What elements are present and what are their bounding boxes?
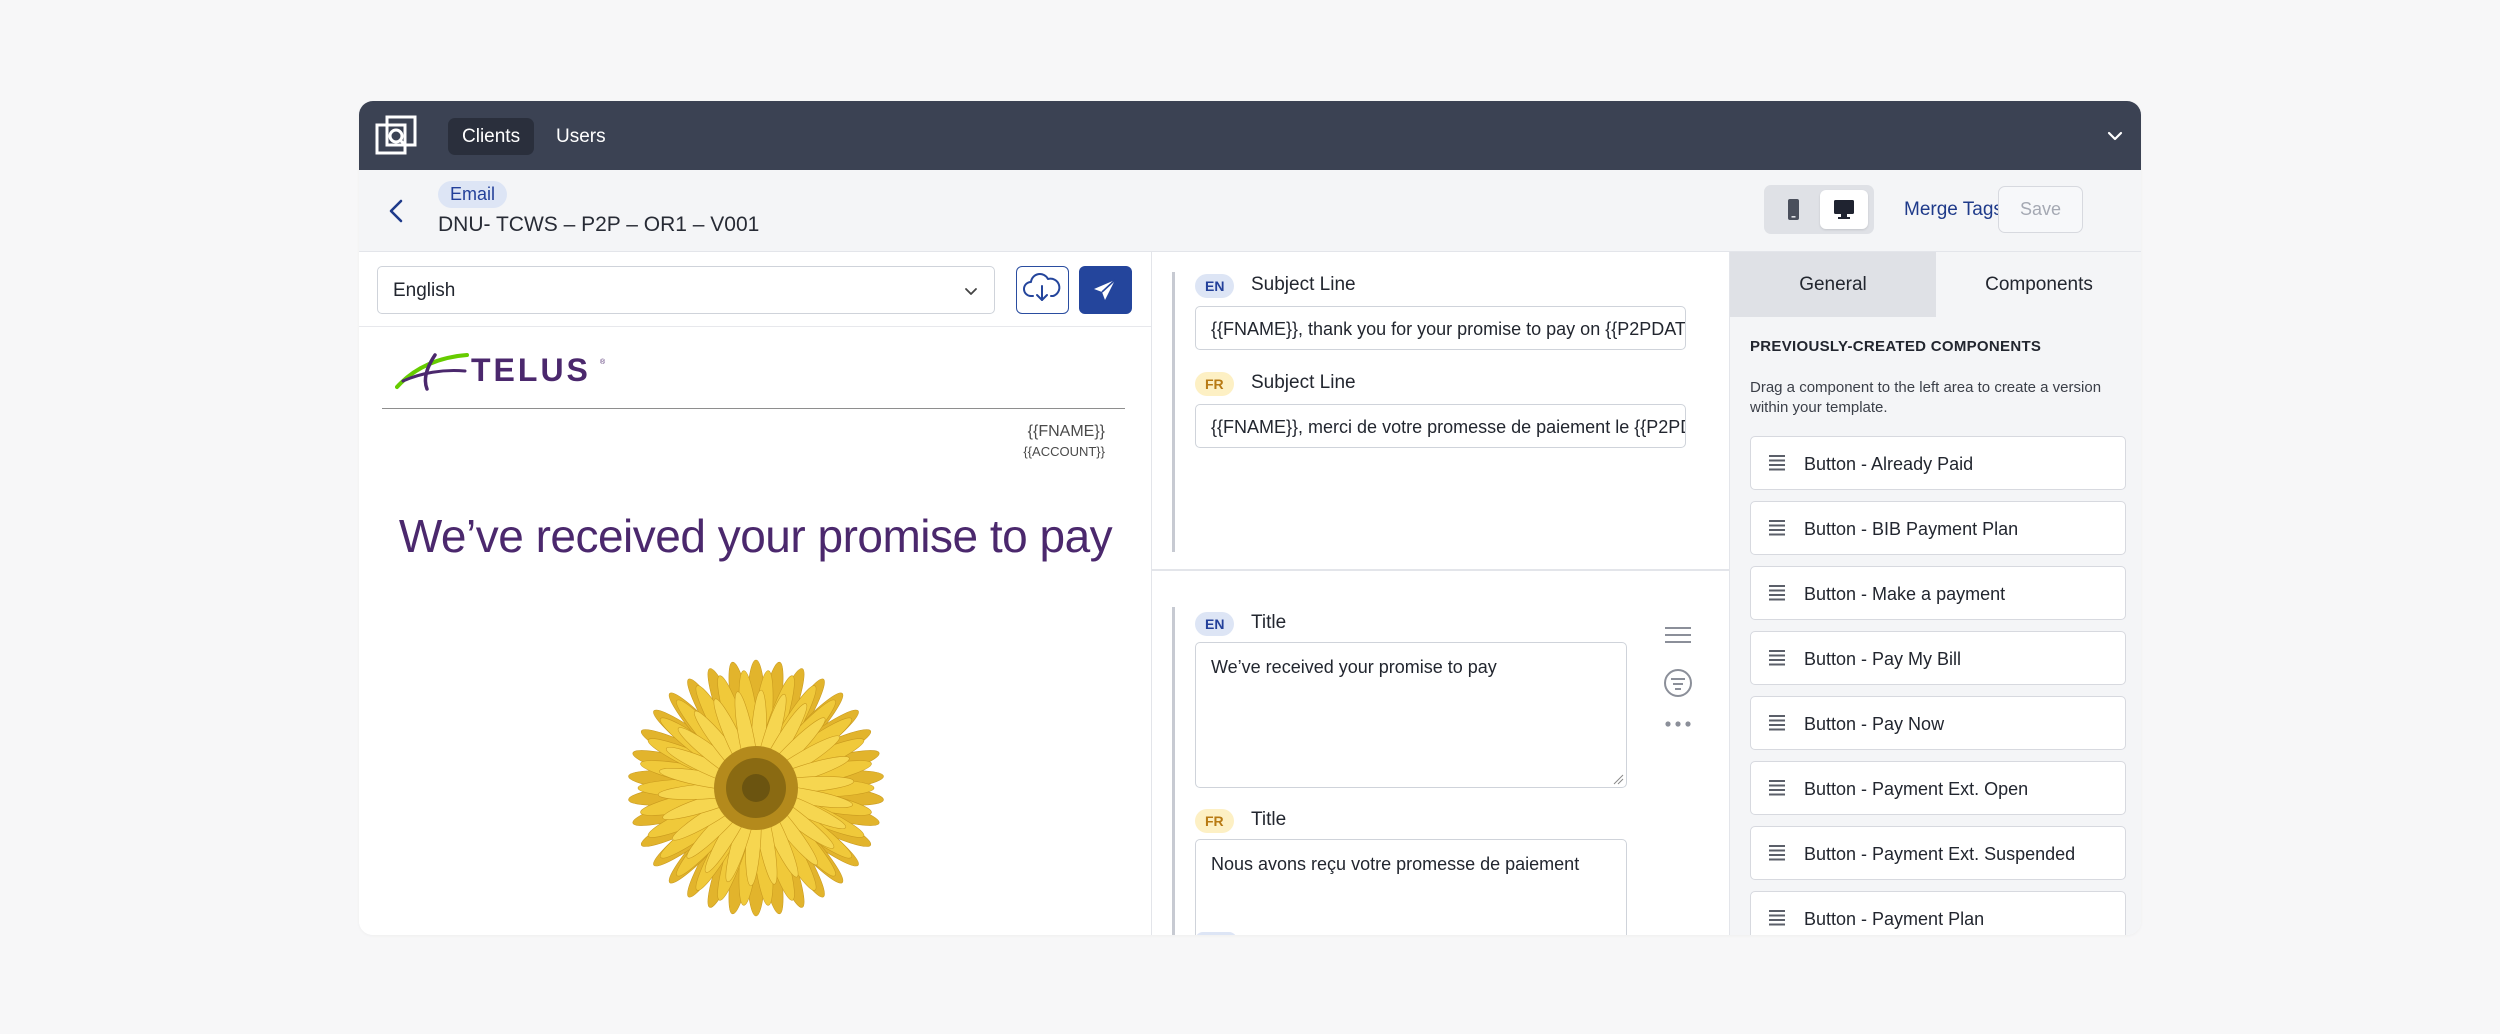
chevron-down-icon <box>965 288 977 295</box>
title-value-fr: Nous avons reçu votre promesse de paieme… <box>1211 854 1580 874</box>
content-editor-panel: EN Subject Line {{FNAME}}, thank you for… <box>1152 252 1730 935</box>
brand-wordmark: TELUS <box>471 352 591 388</box>
section-divider <box>1152 569 1729 571</box>
svg-text:®: ® <box>600 358 606 366</box>
component-item-label: Button - Payment Ext. Open <box>1804 779 2029 799</box>
title-label-fr: Title <box>1251 809 1287 830</box>
chevron-down-icon[interactable] <box>2105 126 2125 146</box>
mobile-phone-icon <box>1788 199 1799 220</box>
title-textarea-fr[interactable]: Nous avons reçu votre promesse de paieme… <box>1195 839 1627 935</box>
component-item[interactable]: Button - BIB Payment Plan <box>1750 501 2126 555</box>
subject-line-label-en: Subject Line <box>1251 274 1356 295</box>
section-bar <box>1172 607 1175 935</box>
device-toggle <box>1764 185 1874 234</box>
tab-components[interactable]: Components <box>1936 252 2141 317</box>
nav-tab-users[interactable]: Users <box>542 118 620 155</box>
subject-line-value-fr: {{FNAME}}, merci de votre promesse de pa… <box>1211 417 1685 437</box>
component-item-label: Button - Pay Now <box>1804 714 1945 734</box>
title-value-en: We’ve received your promise to pay <box>1211 657 1497 677</box>
email-preview-panel: English TELUS ® {{FNAME}} {{ACCOUNT}} We… <box>359 252 1152 935</box>
account-merge-tag: {{ACCOUNT}} <box>1023 444 1105 459</box>
component-item-label: Button - BIB Payment Plan <box>1804 519 2019 539</box>
language-badge-fr: FR <box>1195 809 1234 833</box>
language-badge-en: EN <box>1195 612 1235 636</box>
back-arrow-icon[interactable] <box>385 198 409 224</box>
components-list: Button - Already Paid Button - BIB Payme… <box>1750 436 2126 935</box>
component-item[interactable]: Button - Pay My Bill <box>1750 631 2126 685</box>
component-item[interactable]: Button - Already Paid <box>1750 436 2126 490</box>
subject-line-input-fr[interactable]: {{FNAME}}, merci de votre promesse de pa… <box>1195 404 1686 448</box>
more-options-icon[interactable] <box>1662 708 1694 740</box>
text-lines-icon <box>1769 780 1785 796</box>
send-test-button[interactable] <box>1079 266 1132 314</box>
desktop-view-button[interactable] <box>1820 190 1868 229</box>
component-item-label: Button - Already Paid <box>1804 454 1974 474</box>
title-textarea-en[interactable]: We’ve received your promise to pay <box>1195 642 1627 788</box>
text-lines-icon <box>1769 585 1785 601</box>
subject-line-label-fr: Subject Line <box>1251 372 1356 393</box>
email-divider <box>382 408 1125 409</box>
component-item-label: Button - Payment Ext. Suspended <box>1804 844 2076 864</box>
drag-handle-icon[interactable] <box>1662 619 1694 651</box>
component-item[interactable]: Button - Payment Ext. Suspended <box>1750 826 2126 880</box>
text-lines-icon <box>1769 715 1785 731</box>
component-item[interactable]: Button - Payment Plan <box>1750 891 2126 935</box>
page-header: Email DNU- TCWS – P2P – OR1 – V001 Merge… <box>359 170 2141 252</box>
app-logo-icon[interactable] <box>375 115 417 157</box>
text-lines-icon <box>1769 650 1785 666</box>
mobile-view-button[interactable] <box>1769 190 1817 229</box>
subject-line-value-en: {{FNAME}}, thank you for your promise to… <box>1211 319 1686 339</box>
filter-icon[interactable] <box>1662 667 1694 699</box>
language-badge-fr: FR <box>1195 372 1234 396</box>
language-badge-en: EN <box>1195 274 1235 298</box>
components-description: Drag a component to the left area to cre… <box>1750 379 2102 416</box>
subject-line-input-en[interactable]: {{FNAME}}, thank you for your promise to… <box>1195 306 1686 350</box>
page-title: DNU- TCWS – P2P – OR1 – V001 <box>438 213 760 236</box>
component-item-label: Button - Make a payment <box>1804 584 2006 604</box>
top-bar: Clients Users <box>359 101 2141 170</box>
email-canvas: TELUS ® {{FNAME}} {{ACCOUNT}} We’ve rece… <box>359 327 1151 935</box>
section-bar <box>1172 272 1175 552</box>
title-label-en: Title <box>1251 612 1287 633</box>
components-panel: General Components PREVIOUSLY-CREATED CO… <box>1730 252 2141 935</box>
fname-merge-tag: {{FNAME}} <box>1027 423 1105 440</box>
text-lines-icon <box>1769 845 1785 861</box>
desktop-monitor-icon <box>1834 200 1854 219</box>
download-button[interactable] <box>1016 266 1069 314</box>
component-item[interactable]: Button - Make a payment <box>1750 566 2126 620</box>
nav-tab-clients[interactable]: Clients <box>448 118 535 155</box>
save-button[interactable]: Save <box>1998 186 2083 233</box>
text-lines-icon <box>1769 910 1785 926</box>
tab-general[interactable]: General <box>1730 252 1936 317</box>
cloud-download-icon <box>1023 273 1061 301</box>
flower-image <box>628 659 884 917</box>
text-lines-icon <box>1769 520 1785 536</box>
paper-plane-icon <box>1094 279 1116 300</box>
component-item-label: Button - Pay My Bill <box>1804 649 1962 669</box>
email-heading: We’ve received your promise to pay <box>398 510 1113 562</box>
language-select[interactable]: English <box>377 266 995 314</box>
component-item[interactable]: Button - Pay Now <box>1750 696 2126 750</box>
app-window: Clients Users Email DNU- TCWS – P2P – OR… <box>359 101 2141 935</box>
language-select-value: English <box>393 280 456 301</box>
components-heading: PREVIOUSLY-CREATED COMPONENTS <box>1750 338 2042 355</box>
component-item-label: Button - Payment Plan <box>1804 909 1985 929</box>
language-badge-en <box>1195 932 1237 935</box>
template-type-badge: Email <box>438 181 508 208</box>
component-item[interactable]: Button - Payment Ext. Open <box>1750 761 2126 815</box>
resize-handle-icon[interactable] <box>1612 773 1624 785</box>
telus-logo: TELUS ® <box>395 349 615 398</box>
merge-tags-link[interactable]: Merge Tags <box>1904 199 2003 221</box>
text-lines-icon <box>1769 455 1785 471</box>
